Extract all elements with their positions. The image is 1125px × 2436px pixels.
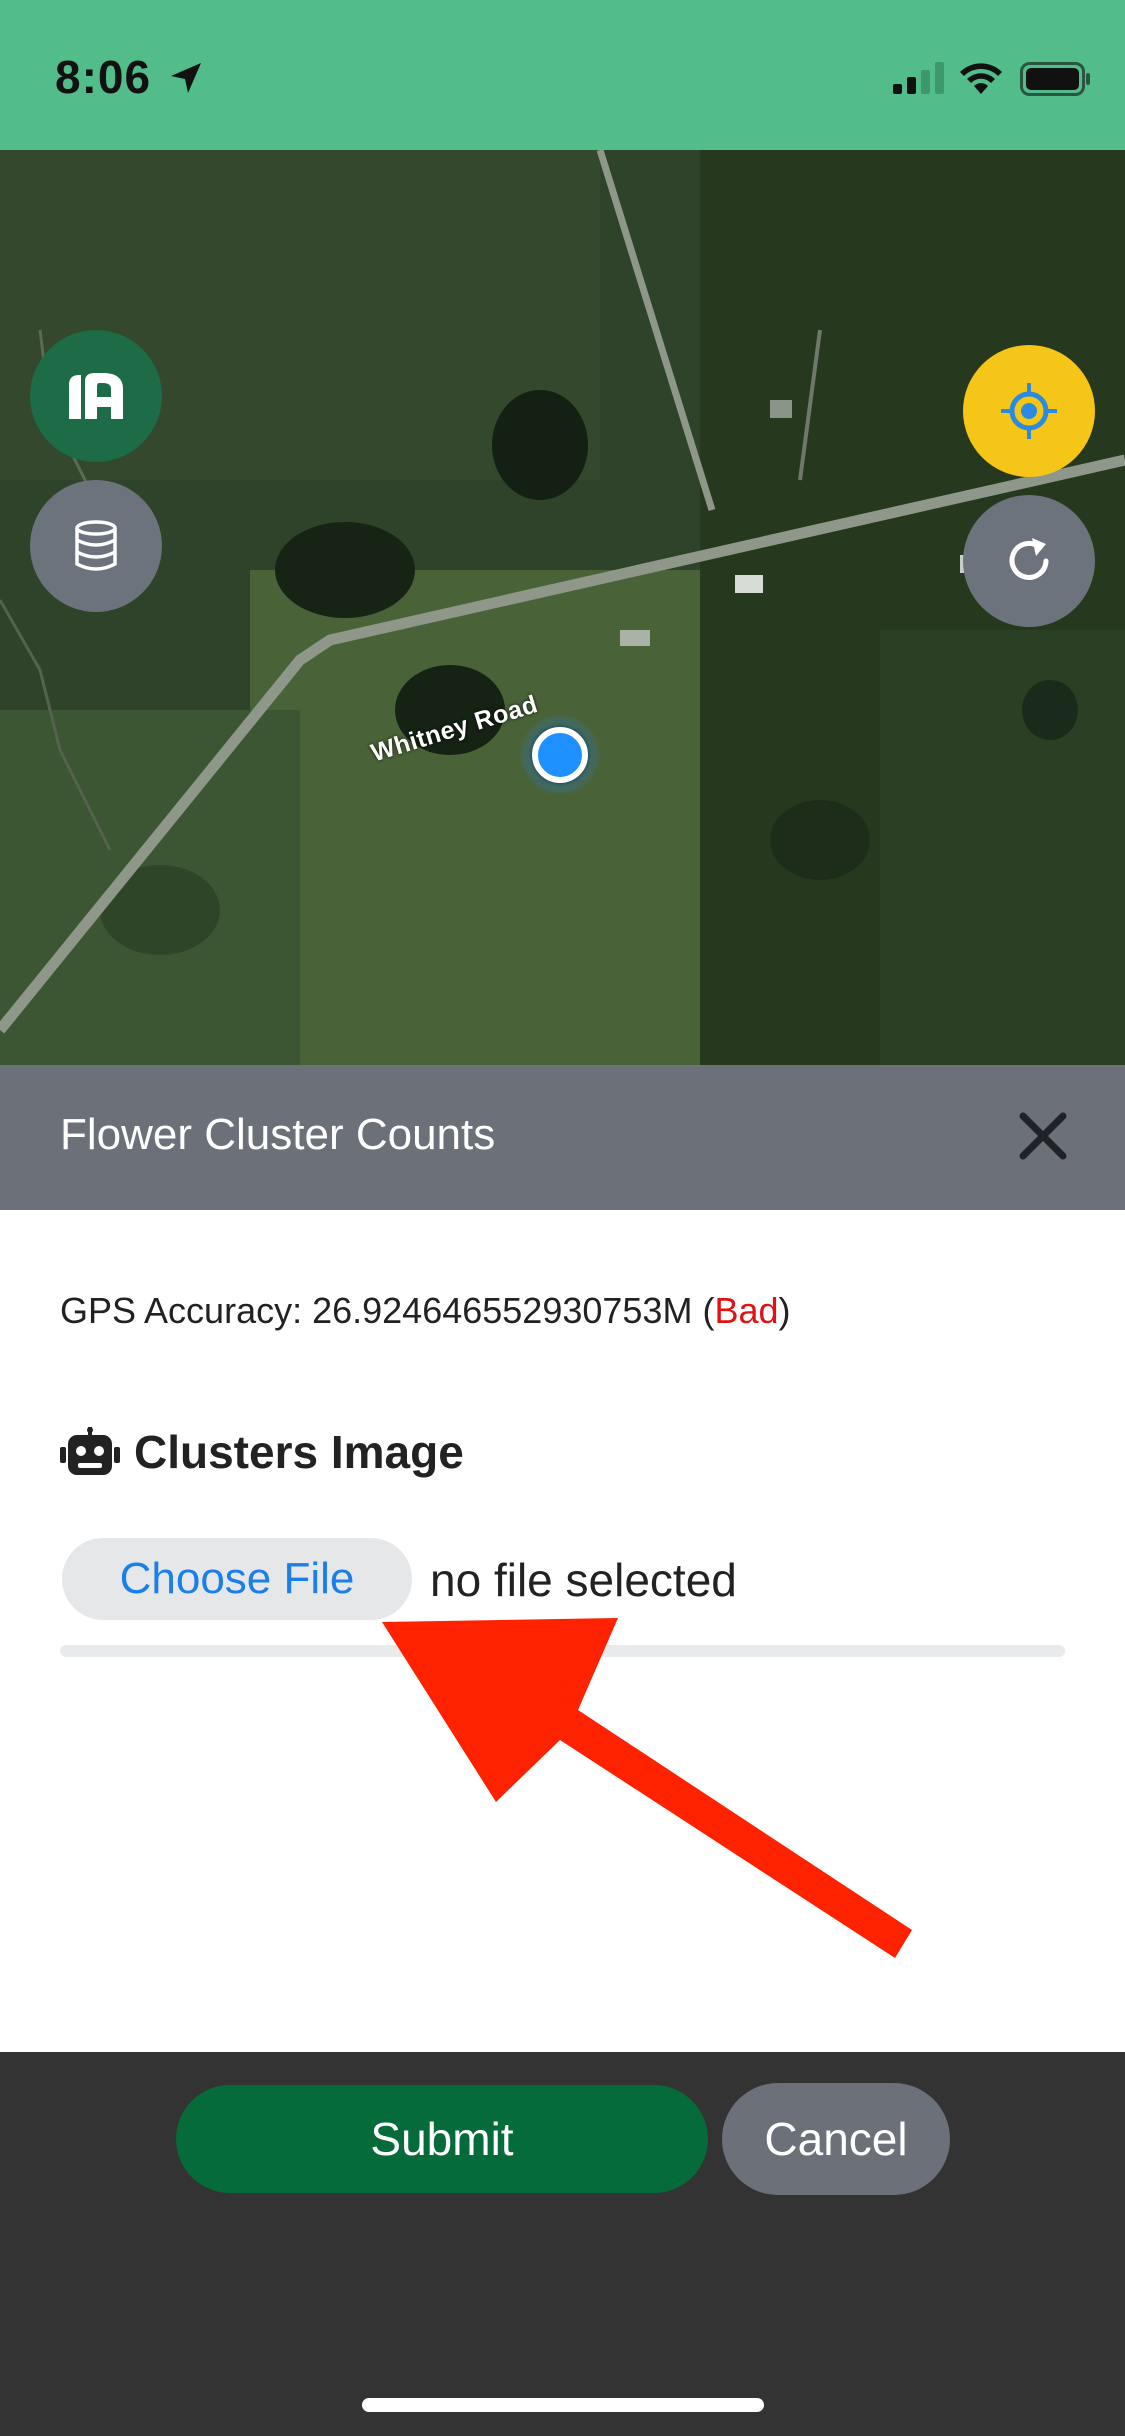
database-button[interactable] (30, 480, 162, 612)
section-title-label: Clusters Image (134, 1426, 464, 1478)
upload-progress-track (60, 1645, 1065, 1657)
home-indicator[interactable] (362, 2398, 764, 2412)
robot-icon (60, 1427, 120, 1475)
status-time: 8:06 (55, 51, 152, 103)
battery-icon (1020, 62, 1090, 96)
gps-quality-badge: Bad (714, 1290, 779, 1331)
file-status-text: no file selected (430, 1554, 737, 1606)
form-header: Flower Cluster Counts (0, 1065, 1125, 1210)
location-arrow-icon (171, 63, 201, 93)
clusters-image-heading: Clusters Image (60, 1425, 464, 1479)
gps-accuracy-value: GPS Accuracy: 26.924646552930753M ( (60, 1290, 715, 1331)
layers-aa-button[interactable] (30, 330, 162, 462)
locate-button[interactable] (963, 345, 1095, 477)
choose-file-button[interactable]: Choose File (62, 1538, 412, 1620)
gps-location-dot (532, 727, 588, 783)
locate-icon (1001, 383, 1057, 439)
submit-button[interactable]: Submit (176, 2085, 708, 2193)
close-icon[interactable] (1015, 1108, 1071, 1164)
status-bar: 8:06 (0, 0, 1125, 150)
refresh-icon (1009, 538, 1049, 580)
gps-accuracy-suffix: ) (778, 1290, 791, 1331)
signal-icon (893, 62, 944, 94)
cancel-button[interactable]: Cancel (722, 2083, 950, 2195)
map-terrain (0, 150, 1125, 1065)
refresh-button[interactable] (963, 495, 1095, 627)
satellite-map[interactable]: Whitney Road (0, 150, 1125, 1065)
gps-accuracy-text: GPS Accuracy: 26.924646552930753M (Bad) (60, 1290, 791, 1332)
wifi-icon (960, 63, 1002, 94)
layers-aa-icon (69, 373, 123, 419)
form-title: Flower Cluster Counts (60, 1110, 496, 1159)
database-icon (75, 520, 117, 571)
